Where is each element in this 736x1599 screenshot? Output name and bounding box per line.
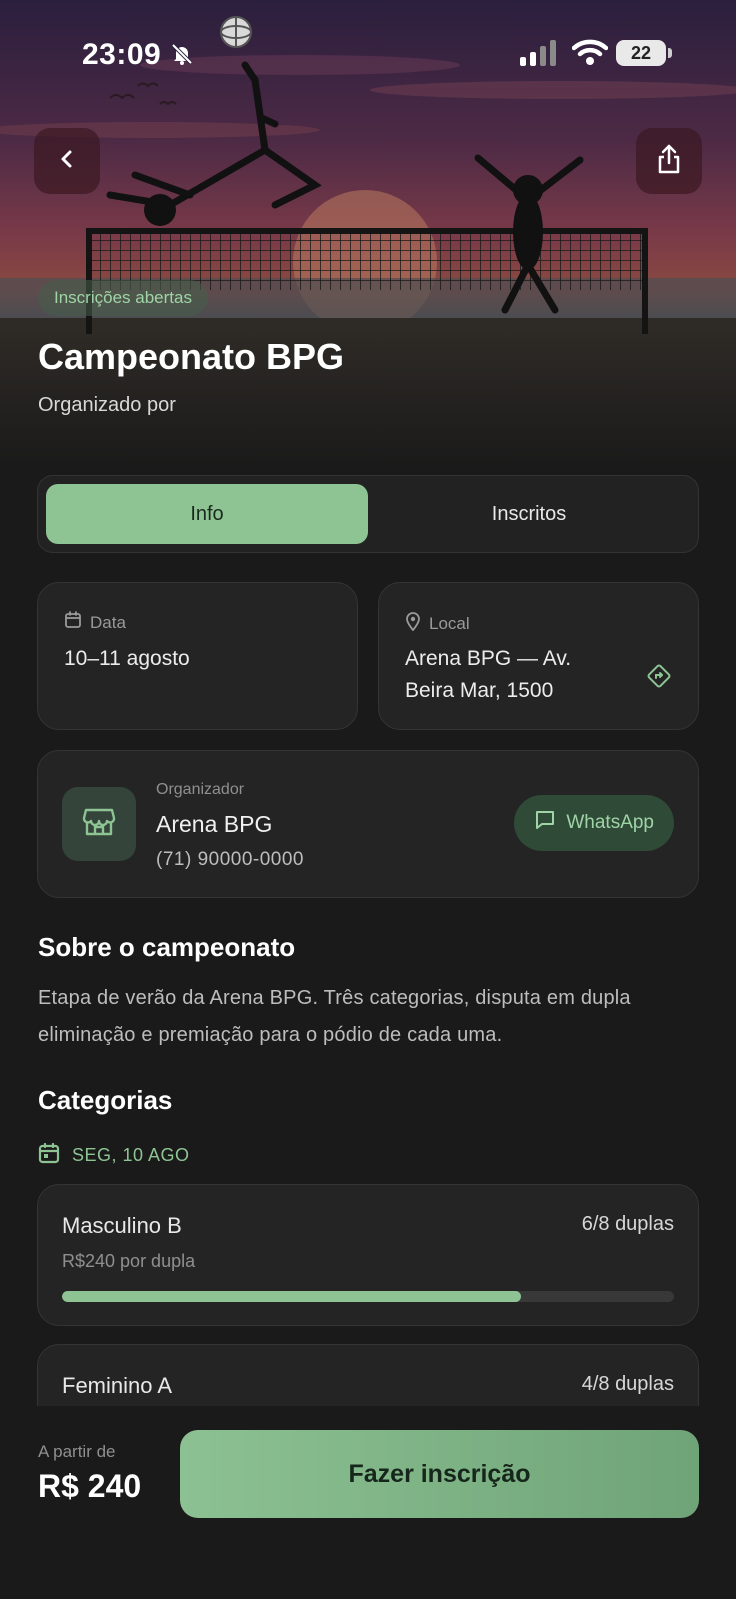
location-value: Arena BPG — Av. Beira Mar, 1500 xyxy=(405,647,572,702)
about-description: Etapa de verão da Arena BPG. Três catego… xyxy=(38,987,631,1046)
bell-muted-icon xyxy=(170,42,194,71)
date-value: 10–11 agosto xyxy=(64,647,190,670)
status-bar: 23:09 22 xyxy=(0,0,736,100)
organizer-name: Arena BPG xyxy=(156,811,273,837)
price-from-value: R$ 240 xyxy=(38,1468,142,1504)
tab-bar: Info Inscritos xyxy=(37,475,699,553)
location-label: Local xyxy=(405,611,470,636)
directions-icon[interactable] xyxy=(646,663,672,694)
page-title: Campeonato BPG xyxy=(38,336,345,377)
location-card[interactable]: Local Arena BPG — Av. Beira Mar, 1500 xyxy=(378,582,699,730)
bottom-action-bar: A partir de R$ 240 Fazer inscrição xyxy=(0,1406,736,1599)
date-label-text: Data xyxy=(90,612,126,632)
share-icon xyxy=(656,144,682,179)
map-pin-icon xyxy=(405,611,421,636)
category-day-text: SEG, 10 AGO xyxy=(72,1145,190,1165)
chat-bubble-icon xyxy=(534,809,556,837)
tab-info[interactable]: Info xyxy=(46,484,368,544)
date-card: Data 10–11 agosto xyxy=(37,582,358,730)
share-button[interactable] xyxy=(636,128,702,194)
back-button[interactable] xyxy=(34,128,100,194)
price-from-label: A partir de xyxy=(38,1442,116,1461)
camera-indicator-icon xyxy=(218,14,254,55)
organized-by-text: Organizado por xyxy=(38,394,176,416)
category-progress-bar xyxy=(62,1291,674,1302)
organizer-card: Organizador Arena BPG (71) 90000-0000 Wh… xyxy=(37,750,699,898)
category-card[interactable]: Masculino B 6/8 duplas R$240 por dupla xyxy=(37,1184,699,1326)
tab-inscritos[interactable]: Inscritos xyxy=(368,484,690,544)
chevron-left-icon xyxy=(56,148,78,175)
organizer-label: Organizador xyxy=(156,781,245,798)
organizer-avatar xyxy=(62,787,136,861)
category-name: Masculino B xyxy=(62,1213,182,1238)
calendar-icon xyxy=(64,611,82,634)
battery-indicator: 22 xyxy=(616,40,672,66)
whatsapp-button[interactable]: WhatsApp xyxy=(514,795,674,851)
category-price: R$240 por dupla xyxy=(62,1251,196,1271)
status-time: 23:09 xyxy=(82,38,162,71)
location-label-text: Local xyxy=(429,613,470,633)
category-slots: 6/8 duplas xyxy=(581,1213,674,1235)
whatsapp-button-label: WhatsApp xyxy=(566,812,654,833)
cellular-signal-icon xyxy=(520,40,560,71)
registration-status-badge: Inscrições abertas xyxy=(38,280,208,316)
category-name: Feminino A xyxy=(62,1373,173,1398)
date-label: Data xyxy=(64,611,126,634)
organizer-phone: (71) 90000-0000 xyxy=(156,849,304,870)
category-slots: 4/8 duplas xyxy=(581,1373,674,1395)
category-day-header: SEG, 10 AGO xyxy=(38,1142,190,1169)
about-section-title: Sobre o campeonato xyxy=(38,932,296,962)
register-button[interactable]: Fazer inscrição xyxy=(180,1430,699,1518)
category-progress-fill xyxy=(62,1291,521,1302)
wifi-icon xyxy=(571,38,609,71)
store-icon xyxy=(82,806,116,843)
categories-section-title: Categorias xyxy=(38,1085,173,1115)
calendar-icon xyxy=(38,1142,60,1169)
